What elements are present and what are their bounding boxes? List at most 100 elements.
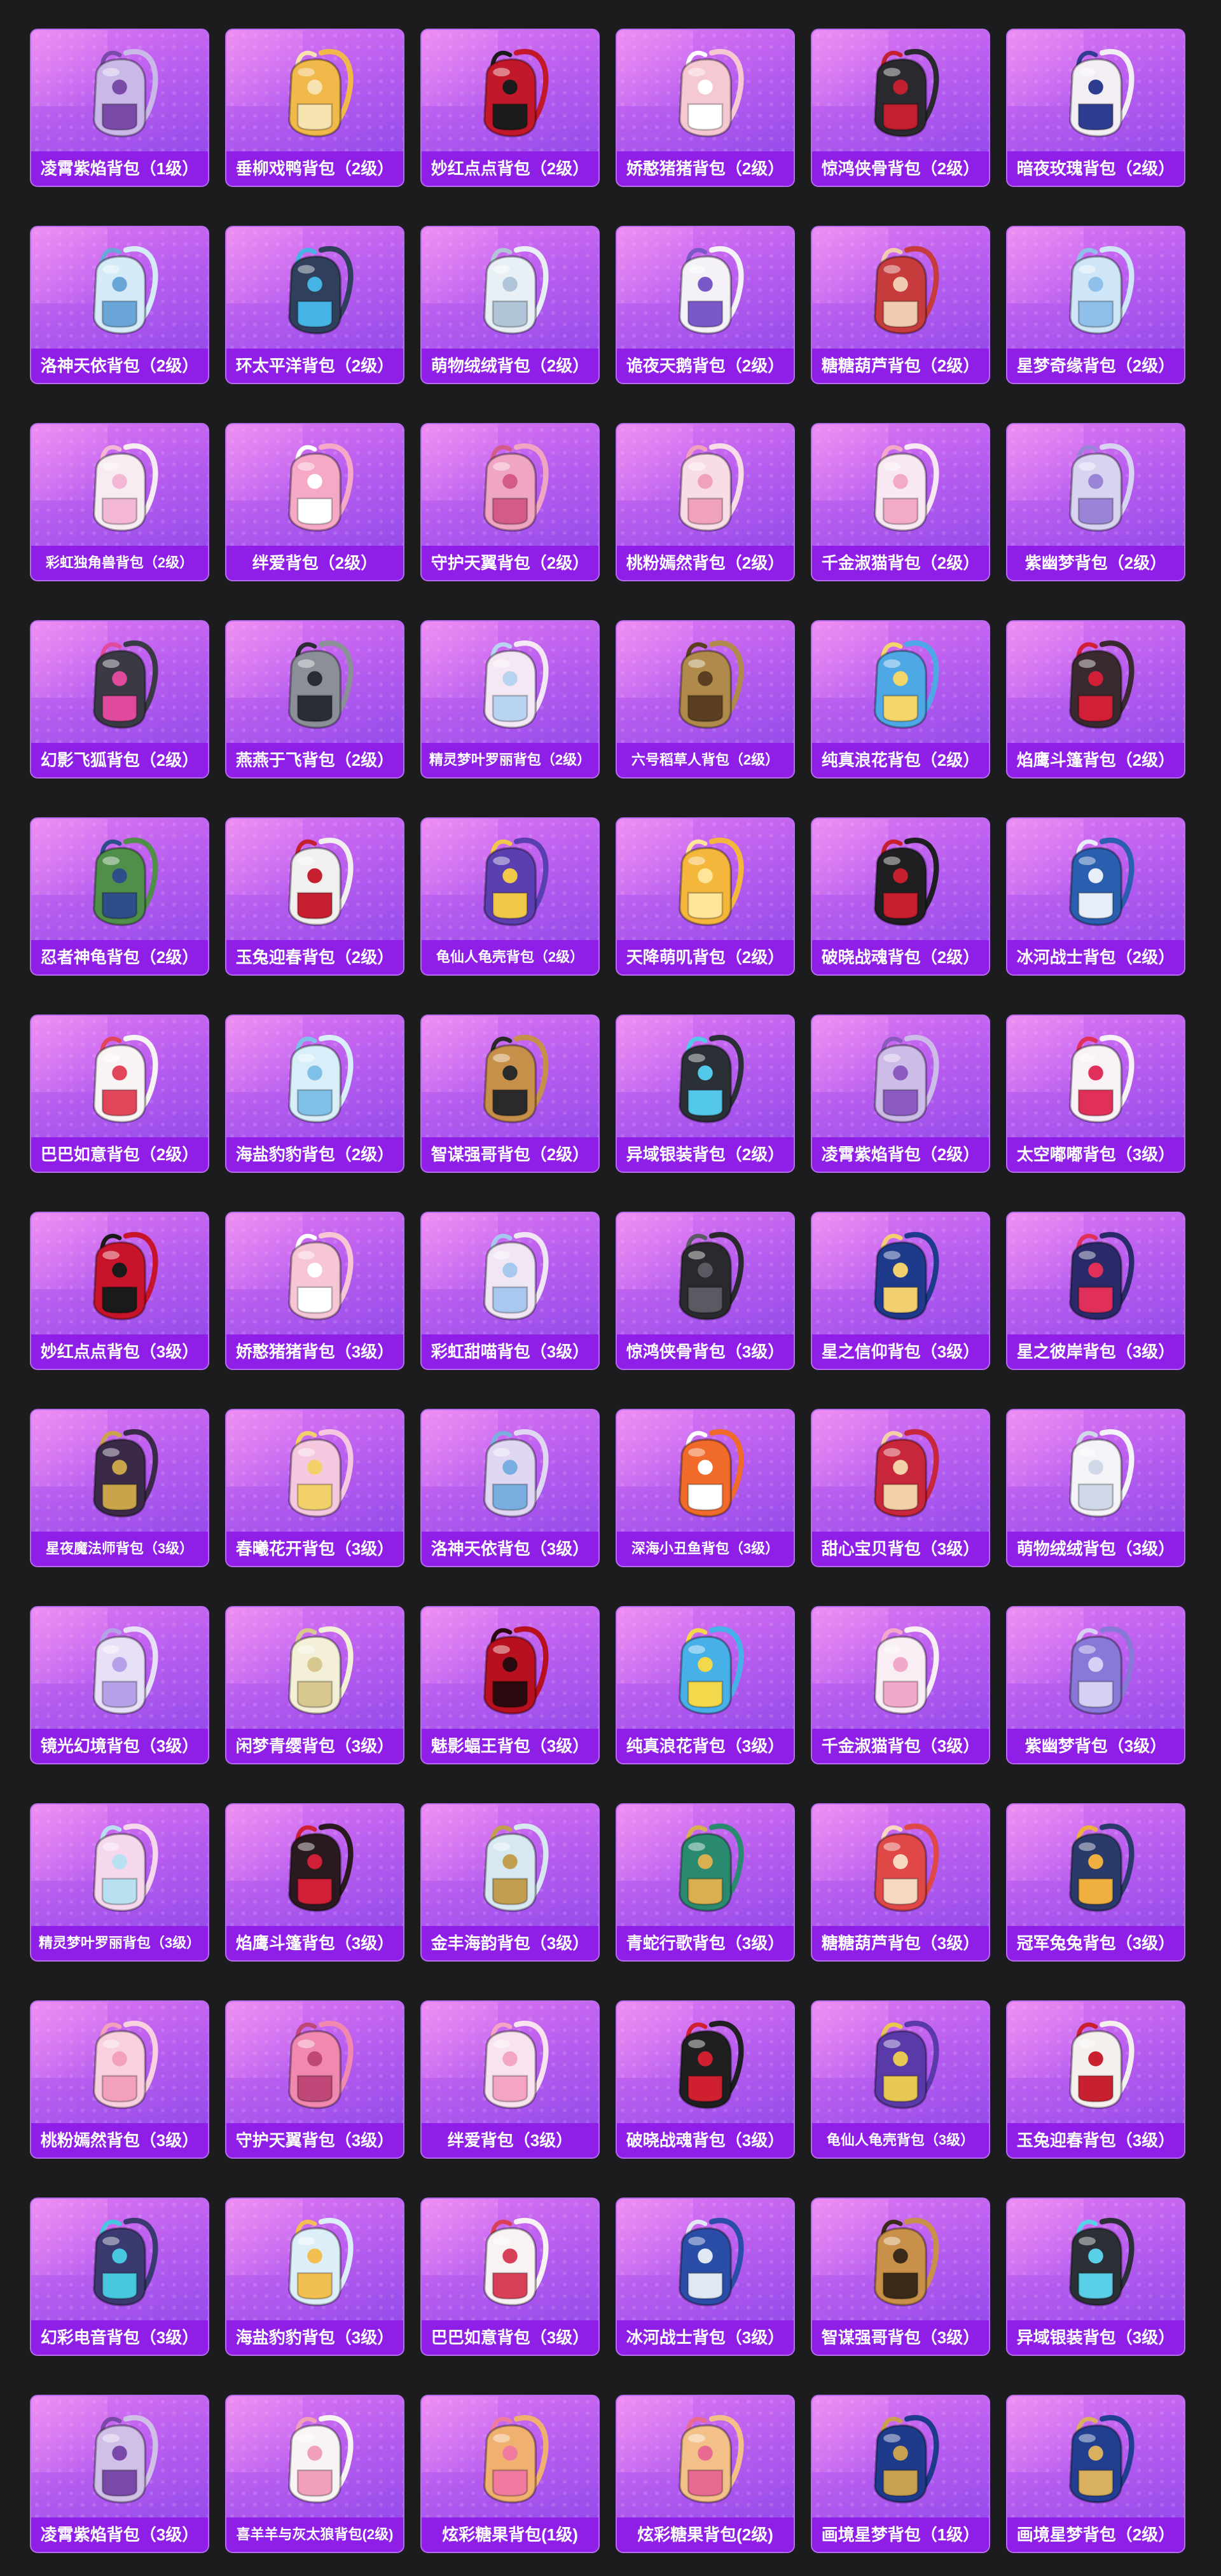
backpack-label: 千金淑猫背包（3级） (812, 1729, 989, 1763)
backpack-icon (1068, 2415, 1135, 2503)
backpack-label: 纯真浪花背包（2级） (812, 743, 989, 777)
backpack-icon (678, 1824, 744, 1912)
backpack-card-10[interactable]: 诡夜天鹅背包（2级） (616, 226, 795, 384)
backpack-card-68[interactable]: 海盐豹豹背包（3级） (225, 2198, 404, 2356)
backpack-card-14[interactable]: 绊爱背包（2级） (225, 423, 404, 581)
backpack-icon (678, 641, 744, 729)
backpack-card-62[interactable]: 守护天翼背包（3级） (225, 2000, 404, 2159)
backpack-card-74[interactable]: 喜羊羊与灰太狼背包(2级) (225, 2395, 404, 2553)
backpack-card-33[interactable]: 智谋强哥背包（2级） (420, 1014, 600, 1173)
backpack-card-26[interactable]: 玉兔迎春背包（2级） (225, 817, 404, 976)
backpack-label: 玉兔迎春背包（2级） (226, 940, 403, 974)
backpack-card-72[interactable]: 异域银装背包（3级） (1006, 2198, 1185, 2356)
backpack-card-48[interactable]: 萌物绒绒背包（3级） (1006, 1409, 1185, 1567)
backpack-card-69[interactable]: 巴巴如意背包（3级） (420, 2198, 600, 2356)
backpack-card-42[interactable]: 星之彼岸背包（3级） (1006, 1212, 1185, 1370)
backpack-card-29[interactable]: 破晓战魂背包（2级） (811, 817, 990, 976)
backpack-card-41[interactable]: 星之信仰背包（3级） (811, 1212, 990, 1370)
backpack-card-60[interactable]: 冠军兔兔背包（3级） (1006, 1803, 1185, 1962)
backpack-card-19[interactable]: 幻影飞狐背包（2级） (30, 620, 209, 779)
backpack-card-7[interactable]: 洛神天依背包（2级） (30, 226, 209, 384)
backpack-label: 紫幽梦背包（2级） (1007, 546, 1184, 580)
backpack-card-65[interactable]: 龟仙人龟壳背包（3级） (811, 2000, 990, 2159)
backpack-card-31[interactable]: 巴巴如意背包（2级） (30, 1014, 209, 1173)
backpack-card-22[interactable]: 六号稻草人背包（2级） (616, 620, 795, 779)
backpack-card-12[interactable]: 星梦奇缘背包（2级） (1006, 226, 1185, 384)
backpack-card-64[interactable]: 破晓战魂背包（3级） (616, 2000, 795, 2159)
backpack-card-35[interactable]: 凌霄紫焰背包（2级） (811, 1014, 990, 1173)
backpack-card-50[interactable]: 闲梦青缨背包（3级） (225, 1606, 404, 1764)
backpack-card-23[interactable]: 纯真浪花背包（2级） (811, 620, 990, 779)
backpack-card-73[interactable]: 凌霄紫焰背包（3级） (30, 2395, 209, 2553)
backpack-card-52[interactable]: 纯真浪花背包（3级） (616, 1606, 795, 1764)
backpack-icon (287, 1429, 354, 1518)
backpack-label: 妙红点点背包（3级） (31, 1334, 208, 1369)
backpack-icon (287, 49, 354, 137)
backpack-card-28[interactable]: 天降萌叽背包（2级） (616, 817, 795, 976)
backpack-card-4[interactable]: 娇憨猪猪背包（2级） (616, 29, 795, 187)
backpack-card-37[interactable]: 妙红点点背包（3级） (30, 1212, 209, 1370)
backpack-card-17[interactable]: 千金淑猫背包（2级） (811, 423, 990, 581)
backpack-card-18[interactable]: 紫幽梦背包（2级） (1006, 423, 1185, 581)
backpack-card-34[interactable]: 异域银装背包（2级） (616, 1014, 795, 1173)
backpack-card-27[interactable]: 龟仙人龟壳背包（2级） (420, 817, 600, 976)
backpack-card-32[interactable]: 海盐豹豹背包（2级） (225, 1014, 404, 1173)
backpack-card-15[interactable]: 守护天翼背包（2级） (420, 423, 600, 581)
backpack-card-36[interactable]: 太空嘟嘟背包（3级） (1006, 1014, 1185, 1173)
backpack-card-24[interactable]: 焰鹰斗篷背包（2级） (1006, 620, 1185, 779)
backpack-card-77[interactable]: 画境星梦背包（1级） (811, 2395, 990, 2553)
backpack-card-78[interactable]: 画境星梦背包（2级） (1006, 2395, 1185, 2553)
backpack-label: 智谋强哥背包（3级） (812, 2320, 989, 2355)
backpack-card-75[interactable]: 炫彩糖果背包(1级) (420, 2395, 600, 2553)
backpack-icon (1068, 2021, 1135, 2109)
backpack-card-38[interactable]: 娇憨猪猪背包（3级） (225, 1212, 404, 1370)
backpack-label: 娇憨猪猪背包（3级） (226, 1334, 403, 1369)
backpack-card-63[interactable]: 绊爱背包（3级） (420, 2000, 600, 2159)
backpack-card-30[interactable]: 冰河战士背包（2级） (1006, 817, 1185, 976)
backpack-card-67[interactable]: 幻彩电音背包（3级） (30, 2198, 209, 2356)
backpack-card-70[interactable]: 冰河战士背包（3级） (616, 2198, 795, 2356)
backpack-card-20[interactable]: 燕燕于飞背包（2级） (225, 620, 404, 779)
backpack-card-76[interactable]: 炫彩糖果背包(2级) (616, 2395, 795, 2553)
backpack-card-53[interactable]: 千金淑猫背包（3级） (811, 1606, 990, 1764)
backpack-card-55[interactable]: 精灵梦叶罗丽背包（3级） (30, 1803, 209, 1962)
backpack-icon (1068, 246, 1135, 335)
backpack-card-13[interactable]: 彩虹独角兽背包（2级） (30, 423, 209, 581)
backpack-label: 糖糖葫芦背包（2级） (812, 349, 989, 383)
backpack-card-54[interactable]: 紫幽梦背包（3级） (1006, 1606, 1185, 1764)
backpack-label: 深海小丑鱼背包（3级） (617, 1532, 794, 1566)
backpack-card-44[interactable]: 春曦花开背包（3级） (225, 1409, 404, 1567)
backpack-card-40[interactable]: 惊鸿侠骨背包（3级） (616, 1212, 795, 1370)
backpack-card-9[interactable]: 萌物绒绒背包（2级） (420, 226, 600, 384)
backpack-label: 燕燕于飞背包（2级） (226, 743, 403, 777)
backpack-card-59[interactable]: 糖糖葫芦背包（3级） (811, 1803, 990, 1962)
backpack-card-46[interactable]: 深海小丑鱼背包（3级） (616, 1409, 795, 1567)
backpack-card-71[interactable]: 智谋强哥背包（3级） (811, 2198, 990, 2356)
backpack-label: 洛神天依背包（3级） (422, 1532, 598, 1566)
backpack-card-8[interactable]: 环太平洋背包（2级） (225, 226, 404, 384)
backpack-card-51[interactable]: 魅影蝠王背包（3级） (420, 1606, 600, 1764)
backpack-card-66[interactable]: 玉兔迎春背包（3级） (1006, 2000, 1185, 2159)
backpack-label: 喜羊羊与灰太狼背包(2级) (226, 2517, 403, 2552)
backpack-card-21[interactable]: 精灵梦叶罗丽背包（2级） (420, 620, 600, 779)
backpack-card-43[interactable]: 星夜魔法师背包（3级） (30, 1409, 209, 1567)
backpack-icon (873, 443, 939, 532)
backpack-card-56[interactable]: 焰鹰斗篷背包（3级） (225, 1803, 404, 1962)
backpack-card-11[interactable]: 糖糖葫芦背包（2级） (811, 226, 990, 384)
backpack-card-2[interactable]: 垂柳戏鸭背包（2级） (225, 29, 404, 187)
backpack-card-49[interactable]: 镜光幻境背包（3级） (30, 1606, 209, 1764)
backpack-card-47[interactable]: 甜心宝贝背包（3级） (811, 1409, 990, 1567)
backpack-card-5[interactable]: 惊鸿侠骨背包（2级） (811, 29, 990, 187)
backpack-card-58[interactable]: 青蛇行歌背包（3级） (616, 1803, 795, 1962)
backpack-card-57[interactable]: 金丰海韵背包（3级） (420, 1803, 600, 1962)
backpack-icon (1068, 2218, 1135, 2306)
backpack-card-45[interactable]: 洛神天依背包（3级） (420, 1409, 600, 1567)
backpack-card-3[interactable]: 妙红点点背包（2级） (420, 29, 600, 187)
backpack-card-25[interactable]: 忍者神龟背包（2级） (30, 817, 209, 976)
backpack-card-61[interactable]: 桃粉嫣然背包（3级） (30, 2000, 209, 2159)
backpack-card-6[interactable]: 暗夜玫瑰背包（2级） (1006, 29, 1185, 187)
backpack-card-39[interactable]: 彩虹甜喵背包（3级） (420, 1212, 600, 1370)
backpack-card-16[interactable]: 桃粉嫣然背包（2级） (616, 423, 795, 581)
backpack-icon (1068, 1035, 1135, 1123)
backpack-card-1[interactable]: 凌霄紫焰背包（1级） (30, 29, 209, 187)
